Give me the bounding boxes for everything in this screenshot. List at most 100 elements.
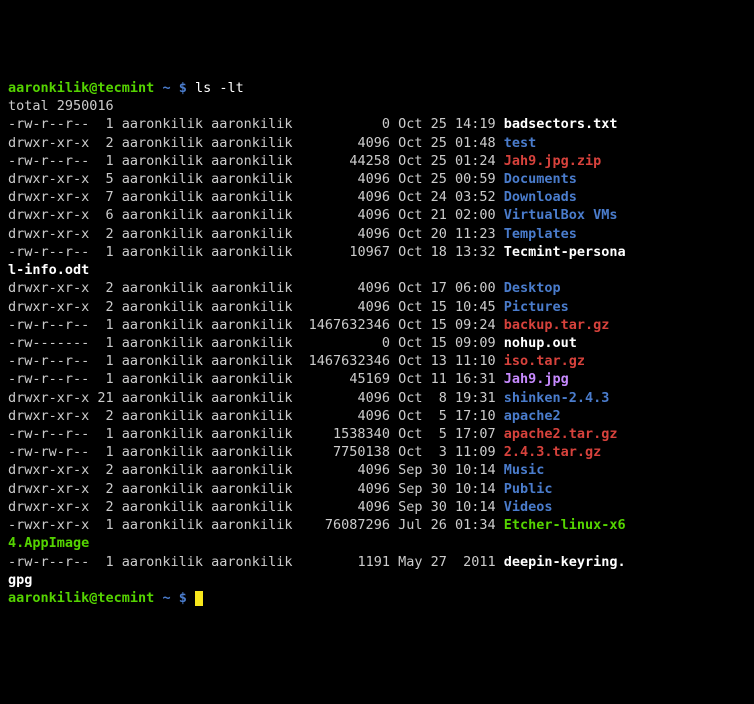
user: aaronkilik: [122, 115, 211, 133]
month: Oct: [390, 370, 423, 388]
user: aaronkilik: [122, 298, 211, 316]
perm: drwxr-xr-x: [8, 170, 89, 188]
size: 1191: [301, 553, 390, 571]
prompt-sep: ~ $: [154, 590, 195, 606]
time: 03:52: [447, 188, 496, 206]
group: aaronkilik: [211, 170, 300, 188]
time: 01:34: [447, 516, 496, 534]
day: 17: [422, 279, 446, 297]
month: Oct: [390, 352, 423, 370]
day: 25: [422, 170, 446, 188]
list-row: drwxr-xr-x2 aaronkilikaaronkilik4096Oct5…: [8, 407, 746, 425]
size: 4096: [301, 498, 390, 516]
total-line: total 2950016: [8, 97, 746, 115]
command-text: ls -lt: [195, 80, 244, 96]
time: 16:31: [447, 370, 496, 388]
group: aaronkilik: [211, 461, 300, 479]
perm: drwxr-xr-x: [8, 188, 89, 206]
perm: -rw-r--r--: [8, 370, 89, 388]
user: aaronkilik: [122, 279, 211, 297]
day: 30: [422, 480, 446, 498]
group: aaronkilik: [211, 279, 300, 297]
terminal[interactable]: aaronkilik@tecmint ~ $ ls -lttotal 29500…: [8, 79, 746, 607]
filename: backup.tar.gz: [504, 317, 610, 333]
filename: Public: [504, 481, 553, 497]
links: 5: [89, 170, 113, 188]
user: aaronkilik: [122, 553, 211, 571]
perm: -rw-rw-r--: [8, 443, 89, 461]
links: 1: [89, 352, 113, 370]
filename-wrap: gpg: [8, 572, 32, 588]
list-row: -rw-r--r--1 aaronkilikaaronkilik44258Oct…: [8, 152, 746, 170]
group: aaronkilik: [211, 553, 300, 571]
user: aaronkilik: [122, 170, 211, 188]
size: 4096: [301, 134, 390, 152]
user: aaronkilik: [122, 334, 211, 352]
perm: drwxr-xr-x: [8, 389, 89, 407]
user: aaronkilik: [122, 516, 211, 534]
month: Oct: [390, 115, 423, 133]
day: 5: [422, 407, 446, 425]
cursor: [195, 591, 203, 606]
day: 27: [422, 553, 446, 571]
perm: drwxr-xr-x: [8, 498, 89, 516]
time: 01:48: [447, 134, 496, 152]
perm: drwxr-xr-x: [8, 206, 89, 224]
time: 09:24: [447, 316, 496, 334]
filename: iso.tar.gz: [504, 353, 585, 369]
size: 4096: [301, 206, 390, 224]
group: aaronkilik: [211, 298, 300, 316]
filename: badsectors.txt: [504, 116, 618, 132]
group: aaronkilik: [211, 443, 300, 461]
day: 25: [422, 152, 446, 170]
links: 2: [89, 225, 113, 243]
day: 30: [422, 498, 446, 516]
filename: apache2.tar.gz: [504, 426, 618, 442]
month: Sep: [390, 498, 423, 516]
perm: -rw-r--r--: [8, 152, 89, 170]
month: Oct: [390, 243, 423, 261]
user: aaronkilik: [122, 498, 211, 516]
filename-wrap: 4.AppImage: [8, 535, 89, 551]
size: 76087296: [301, 516, 390, 534]
filename-wrap: l-info.odt: [8, 262, 89, 278]
month: Oct: [390, 407, 423, 425]
day: 20: [422, 225, 446, 243]
size: 0: [301, 115, 390, 133]
list-row: drwxr-xr-x6 aaronkilikaaronkilik4096Oct2…: [8, 206, 746, 224]
list-row: -rw-r--r--1 aaronkilikaaronkilik0Oct2514…: [8, 115, 746, 133]
day: 30: [422, 461, 446, 479]
day: 26: [422, 516, 446, 534]
size: 0: [301, 334, 390, 352]
size: 7750138: [301, 443, 390, 461]
size: 4096: [301, 480, 390, 498]
links: 1: [89, 553, 113, 571]
links: 2: [89, 480, 113, 498]
links: 1: [89, 370, 113, 388]
time: 10:14: [447, 480, 496, 498]
perm: drwxr-xr-x: [8, 298, 89, 316]
perm: -rw-r--r--: [8, 425, 89, 443]
size: 4096: [301, 279, 390, 297]
time: 17:07: [447, 425, 496, 443]
month: Oct: [390, 443, 423, 461]
filename: Pictures: [504, 299, 569, 315]
filename: Desktop: [504, 280, 561, 296]
time: 17:10: [447, 407, 496, 425]
day: 15: [422, 316, 446, 334]
links: 21: [89, 389, 113, 407]
prompt-line-2: aaronkilik@tecmint ~ $: [8, 589, 746, 607]
links: 2: [89, 298, 113, 316]
time: 19:31: [447, 389, 496, 407]
list-row-wrap: gpg: [8, 571, 746, 589]
links: 2: [89, 279, 113, 297]
list-row: drwxr-xr-x2 aaronkilikaaronkilik4096Oct2…: [8, 134, 746, 152]
filename: apache2: [504, 408, 561, 424]
user: aaronkilik: [122, 152, 211, 170]
filename: Templates: [504, 226, 577, 242]
month: Oct: [390, 134, 423, 152]
group: aaronkilik: [211, 206, 300, 224]
group: aaronkilik: [211, 425, 300, 443]
filename: VirtualBox VMs: [504, 207, 618, 223]
links: 1: [89, 316, 113, 334]
